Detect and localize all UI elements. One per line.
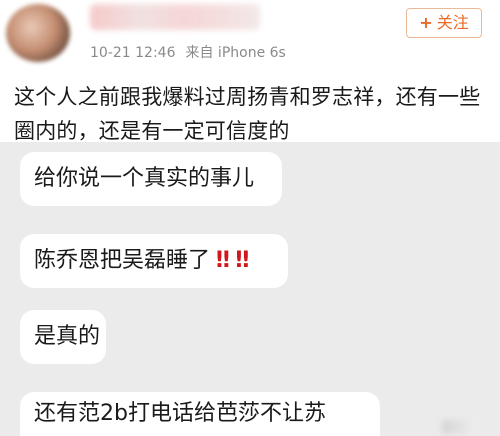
- chat-message: 是真的: [34, 324, 101, 349]
- username-redacted: [90, 4, 260, 30]
- post-text: 这个人之前跟我爆料过周扬青和罗志祥，还有一些圈内的，还是有一定可信度的: [14, 85, 481, 143]
- follow-button[interactable]: + 关注: [406, 8, 482, 38]
- chat-bubble: 是真的: [20, 310, 106, 364]
- post-timestamp: 10-21 12:46: [90, 45, 176, 61]
- plus-icon: +: [419, 13, 433, 32]
- exclamation-icon: ‼ ‼: [216, 248, 249, 273]
- chat-bubble: 给你说一个真实的事儿: [20, 152, 282, 206]
- chat-screenshot: 给你说一个真实的事儿 陈乔恩把吴磊睡了 ‼ ‼ 是真的 还有范2b打电话给芭莎不让…: [0, 142, 500, 436]
- avatar[interactable]: [6, 4, 70, 62]
- chat-message: 陈乔恩把吴磊睡了: [34, 248, 211, 273]
- chat-message: 给你说一个真实的事儿: [34, 166, 255, 191]
- post-meta: 10-21 12:46 来自 iPhone 6s: [90, 42, 286, 62]
- chat-message: 还有范2b打电话给芭莎不让苏: [34, 401, 326, 426]
- chat-bubble: 还有范2b打电话给芭莎不让苏: [20, 392, 380, 436]
- post-source: 来自 iPhone 6s: [185, 45, 286, 61]
- chat-bubble: 陈乔恩把吴磊睡了 ‼ ‼: [20, 234, 288, 288]
- post-header: 10-21 12:46 来自 iPhone 6s + 关注: [0, 0, 500, 72]
- follow-label: 关注: [436, 13, 469, 32]
- watermark-redacted: [442, 420, 478, 434]
